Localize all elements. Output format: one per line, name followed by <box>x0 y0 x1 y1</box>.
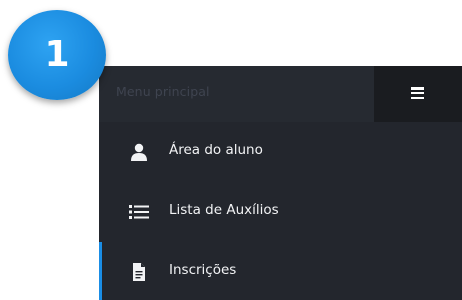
menu-header: Menu principal <box>99 66 462 122</box>
main-menu-panel: Menu principal Área do aluno Lista de Au… <box>99 66 462 300</box>
menu-item-inscricoes[interactable]: Inscrições <box>99 242 462 300</box>
document-icon <box>133 263 145 281</box>
hamburger-icon <box>411 87 424 99</box>
menu-item-lista-de-auxilios[interactable]: Lista de Auxílios <box>99 182 462 240</box>
step-number: 1 <box>44 34 70 75</box>
menu-item-label: Lista de Auxílios <box>169 202 279 218</box>
list-icon <box>129 205 149 219</box>
menu-item-label: Inscrições <box>169 262 237 278</box>
menu-toggle-button[interactable] <box>374 66 462 122</box>
menu-item-area-do-aluno[interactable]: Área do aluno <box>99 122 462 180</box>
user-icon <box>131 143 147 161</box>
menu-title: Menu principal <box>116 84 210 99</box>
menu-item-label: Área do aluno <box>169 142 263 158</box>
step-number-badge: 1 <box>8 10 106 100</box>
active-indicator <box>99 242 102 300</box>
